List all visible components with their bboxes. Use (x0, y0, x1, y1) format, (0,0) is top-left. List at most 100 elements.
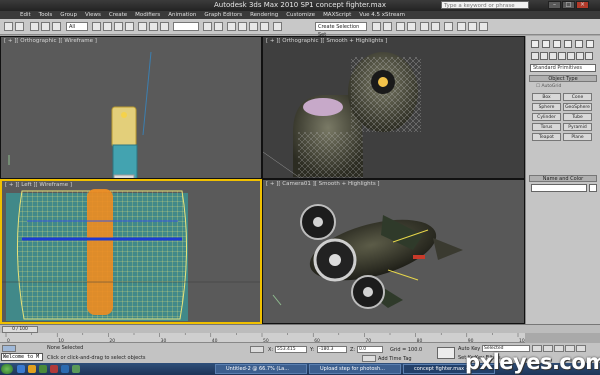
minimize-button[interactable]: – (548, 1, 561, 9)
menu-vue-xstream[interactable]: Vue 4.5 xStream (359, 11, 405, 19)
object-type-rollout[interactable]: Object Type (529, 75, 597, 82)
menu-animation[interactable]: Animation (168, 11, 196, 19)
create-tab-icon[interactable] (531, 40, 539, 48)
motion-tab-icon[interactable] (564, 40, 572, 48)
folder-icon[interactable] (28, 365, 36, 373)
redo-icon[interactable] (15, 22, 24, 31)
helpers-icon[interactable] (567, 52, 575, 60)
systems-icon[interactable] (585, 52, 593, 60)
object-name-field[interactable] (531, 184, 587, 192)
modify-tab-icon[interactable] (542, 40, 550, 48)
viewport-label[interactable]: [ + ][ Orthographic ][ Wireframe ] (4, 38, 97, 44)
category-dropdown[interactable]: Standard Primitives (530, 64, 596, 72)
ie-icon[interactable] (17, 365, 25, 373)
rectangle-selection-icon[interactable] (114, 22, 123, 31)
cameras-icon[interactable] (558, 52, 566, 60)
viewport-label[interactable]: [ + ][ Orthographic ][ Smooth + Highligh… (266, 38, 387, 44)
geometry-icon[interactable] (531, 52, 539, 60)
rendered-frame-window-icon[interactable] (468, 22, 477, 31)
schematic-view-icon[interactable] (431, 22, 440, 31)
unlink-icon[interactable] (41, 22, 50, 31)
track-bar[interactable]: 0102030405060708090100 (0, 333, 525, 343)
move-icon[interactable] (138, 22, 147, 31)
start-button[interactable] (1, 364, 13, 374)
select-by-name-icon[interactable] (103, 22, 112, 31)
scale-icon[interactable] (160, 22, 169, 31)
window-crossing-icon[interactable] (125, 22, 134, 31)
z-coordinate-field[interactable]: 0.0 (357, 346, 383, 353)
cylinder-button[interactable]: Cylinder (532, 113, 561, 121)
bind-space-warp-icon[interactable] (52, 22, 61, 31)
angle-snap-icon[interactable] (238, 22, 247, 31)
percent-snap-icon[interactable] (249, 22, 258, 31)
plane-button[interactable]: Plane (563, 133, 592, 141)
pyramid-button[interactable]: Pyramid (563, 123, 592, 131)
maxscript-mini-listener[interactable]: Welcome to M (1, 353, 43, 361)
media-icon[interactable] (50, 365, 58, 373)
set-key-icon[interactable] (437, 347, 455, 359)
time-slider[interactable]: 0 / 100 (2, 326, 38, 333)
close-button[interactable]: × (576, 1, 589, 9)
cone-button[interactable]: Cone (563, 93, 592, 101)
y-coordinate-field[interactable]: -180.3 (317, 346, 347, 353)
menu-maxscript[interactable]: MAXScript (323, 11, 351, 19)
select-manipulate-icon[interactable] (214, 22, 223, 31)
add-time-tag[interactable]: Add Time Tag (378, 356, 412, 362)
reference-coordinate-dropdown[interactable] (173, 22, 199, 31)
material-editor-icon[interactable] (444, 22, 453, 31)
taskbar-item-photoshop[interactable]: Untitled-2 @ 66.7% (La... (215, 364, 307, 374)
curve-editor-icon[interactable] (420, 22, 429, 31)
sphere-button[interactable]: Sphere (532, 103, 561, 111)
name-and-color-rollout[interactable]: Name and Color (529, 175, 597, 182)
taskbar-item-browser[interactable]: Upload step for photosh... (309, 364, 401, 374)
shapes-icon[interactable] (540, 52, 548, 60)
viewport-label[interactable]: [ + ][ Left ][ Wireframe ] (5, 182, 72, 188)
viewport-bottom-left[interactable]: [ + ][ Left ][ Wireframe ] (0, 179, 262, 324)
autogrid-checkbox[interactable]: ☐ AutoGrid (536, 84, 561, 89)
snaps-toggle-icon[interactable] (227, 22, 236, 31)
menu-group[interactable]: Group (60, 11, 77, 19)
box-button[interactable]: Box (532, 93, 561, 101)
menu-graph-editors[interactable]: Graph Editors (204, 11, 242, 19)
menu-tools[interactable]: Tools (39, 11, 53, 19)
space-warps-icon[interactable] (576, 52, 584, 60)
select-object-icon[interactable] (92, 22, 101, 31)
time-tag-icon[interactable] (362, 355, 376, 362)
object-color-swatch[interactable] (589, 184, 597, 192)
spinner-snap-icon[interactable] (260, 22, 269, 31)
geosphere-button[interactable]: GeoSphere (563, 103, 592, 111)
search-input[interactable]: Type a keyword or phrase (441, 1, 529, 9)
graphite-ribbon-icon[interactable] (407, 22, 416, 31)
mirror-icon[interactable] (372, 22, 381, 31)
maximize-button[interactable]: □ (562, 1, 575, 9)
max-icon[interactable] (72, 365, 80, 373)
teapot-button[interactable]: Teapot (532, 133, 561, 141)
viewport-label[interactable]: [ + ][ Camera01 ][ Smooth + Highlights ] (266, 181, 380, 187)
display-tab-icon[interactable] (575, 40, 583, 48)
menu-create[interactable]: Create (109, 11, 127, 19)
maxscript-listener-icon[interactable] (2, 345, 16, 352)
tube-button[interactable]: Tube (563, 113, 592, 121)
desktop-icon[interactable] (39, 365, 47, 373)
align-icon[interactable] (383, 22, 392, 31)
menu-modifiers[interactable]: Modifiers (135, 11, 160, 19)
photoshop-icon[interactable] (61, 365, 69, 373)
edit-named-selection-icon[interactable] (273, 22, 282, 31)
viewport-top-right[interactable]: [ + ][ Orthographic ][ Smooth + Highligh… (262, 36, 525, 179)
render-production-icon[interactable] (479, 22, 488, 31)
pivot-center-icon[interactable] (203, 22, 212, 31)
selection-filter-dropdown[interactable]: All (66, 22, 88, 31)
utilities-tab-icon[interactable] (586, 40, 594, 48)
x-coordinate-field[interactable]: 553.415 (275, 346, 307, 353)
torus-button[interactable]: Torus (532, 123, 561, 131)
lights-icon[interactable] (549, 52, 557, 60)
menu-rendering[interactable]: Rendering (250, 11, 278, 19)
named-selection-set-dropdown[interactable]: Create Selection Set (315, 22, 367, 38)
link-icon[interactable] (30, 22, 39, 31)
rotate-icon[interactable] (149, 22, 158, 31)
lock-selection-icon[interactable] (250, 346, 264, 353)
layer-manager-icon[interactable] (396, 22, 405, 31)
menu-customize[interactable]: Customize (286, 11, 315, 19)
viewport-top-left[interactable]: [ + ][ Orthographic ][ Wireframe ] (0, 36, 262, 179)
undo-icon[interactable] (4, 22, 13, 31)
